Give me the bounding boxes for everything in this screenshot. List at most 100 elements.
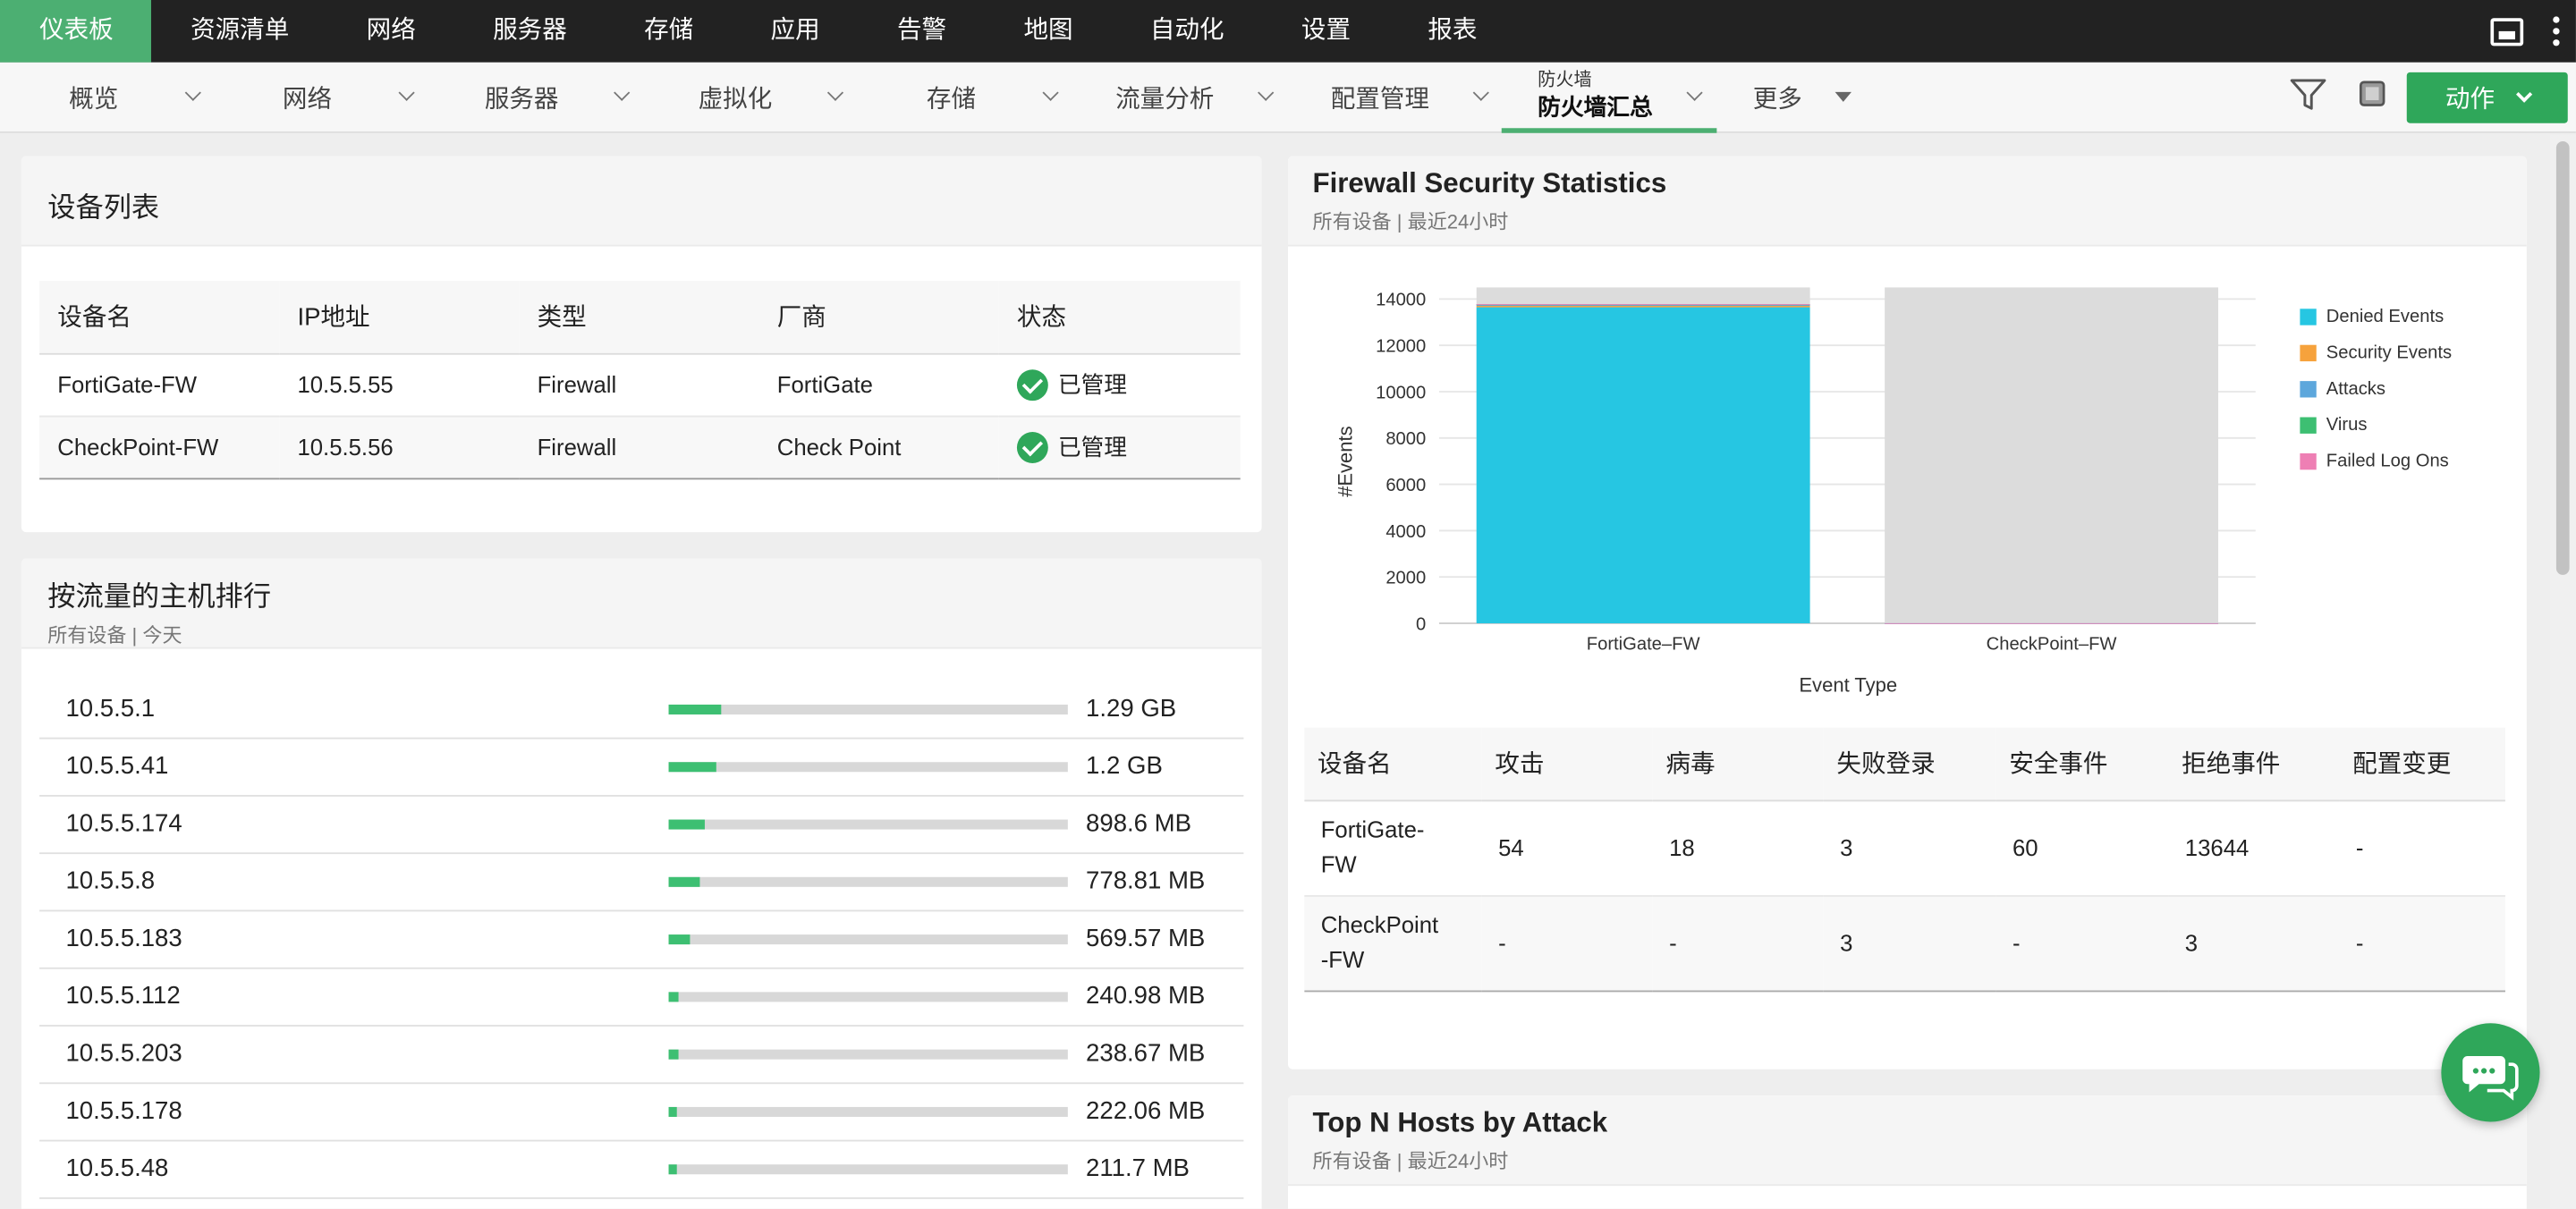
check-circle-icon xyxy=(1016,432,1048,464)
legend-swatch xyxy=(2300,452,2317,470)
column-header[interactable]: 状态 xyxy=(998,281,1241,354)
top-nav-servers[interactable]: 服务器 xyxy=(453,0,605,63)
top-nav-apps[interactable]: 应用 xyxy=(731,0,857,63)
legend-item[interactable]: Failed Log Ons xyxy=(2300,452,2449,472)
device-name[interactable]: FortiGate-FW xyxy=(39,352,280,417)
device-name[interactable]: FortiGate-FW xyxy=(1304,799,1482,896)
attacks-cell: - xyxy=(1481,895,1653,992)
traffic-bar-fill xyxy=(668,1106,678,1117)
panel-subtitle: 所有设备 | 最近24小时 xyxy=(1312,210,1509,233)
top-nav-reports[interactable]: 报表 xyxy=(1388,0,1514,63)
host-ip[interactable]: 10.5.5.183 xyxy=(65,925,182,952)
column-header[interactable]: 设备名 xyxy=(1304,727,1482,801)
failed-logons-cell: 3 xyxy=(1823,895,1996,992)
host-ip[interactable]: 10.5.5.174 xyxy=(65,809,182,837)
virus-cell: 18 xyxy=(1652,799,1824,896)
page-scrollbar[interactable] xyxy=(2549,134,2576,1209)
action-button-label: 动作 xyxy=(2445,85,2496,114)
column-header[interactable]: 拒绝事件 xyxy=(2168,727,2340,801)
host-ip[interactable]: 10.5.5.1 xyxy=(65,695,155,723)
list-item[interactable]: 10.5.5.41 1.2 GB xyxy=(39,740,1244,797)
panel-title: 按流量的主机排行 xyxy=(47,581,272,613)
list-item[interactable]: 10.5.5.48 211.7 MB xyxy=(39,1142,1244,1199)
tab-overview[interactable]: 概览 xyxy=(69,63,266,133)
tab-firewall-summary[interactable]: 防火墙 防火墙汇总 xyxy=(1501,63,1717,133)
action-button[interactable]: 动作 xyxy=(2406,72,2568,123)
top-nav-maps[interactable]: 地图 xyxy=(984,0,1110,63)
tab-network[interactable]: 网络 xyxy=(283,63,479,133)
host-ip[interactable]: 10.5.5.112 xyxy=(65,982,180,1010)
kebab-menu-icon[interactable] xyxy=(2553,16,2560,46)
tab-virtualization[interactable]: 虚拟化 xyxy=(699,63,895,133)
top-nav-right xyxy=(2490,0,2560,63)
tab-storage[interactable]: 存储 xyxy=(927,63,1107,133)
tab-label: 虚拟化 xyxy=(698,85,773,114)
column-header[interactable]: IP地址 xyxy=(279,281,520,354)
config-changes-cell: - xyxy=(2339,799,2505,896)
legend-item[interactable]: Attacks xyxy=(2300,379,2385,399)
legend-label: Attacks xyxy=(2326,379,2386,400)
list-item[interactable]: 10.5.5.112 240.98 MB xyxy=(39,969,1244,1027)
column-header[interactable]: 攻击 xyxy=(1481,727,1653,801)
chevron-down-icon xyxy=(826,84,844,101)
traffic-value: 211.7 MB xyxy=(1086,1154,1190,1183)
column-header[interactable]: 安全事件 xyxy=(1996,727,2169,801)
legend-item[interactable]: Security Events xyxy=(2300,343,2452,363)
traffic-bar-fill xyxy=(668,876,701,887)
scrollbar-thumb[interactable] xyxy=(2555,140,2570,575)
chevron-down-icon xyxy=(1472,84,1489,101)
table-row[interactable]: CheckPoint-FW 10.5.5.56 Firewall Check P… xyxy=(39,415,1241,479)
traffic-bar-fill xyxy=(668,1164,677,1175)
list-item[interactable]: 10.5.5.174 898.6 MB xyxy=(39,797,1244,855)
top-nav-settings[interactable]: 设置 xyxy=(1262,0,1388,63)
list-item[interactable]: 10.5.5.183 569.57 MB xyxy=(39,911,1244,969)
traffic-value: 240.98 MB xyxy=(1086,982,1206,1010)
app-root: 仪表板 资源清单 网络 服务器 存储 应用 告警 地图 自动化 设置 报表 概览… xyxy=(0,0,2576,1209)
filter-icon[interactable] xyxy=(2290,79,2326,112)
top-nav-alarms[interactable]: 告警 xyxy=(858,0,984,63)
list-item[interactable]: 10.5.5.8 778.81 MB xyxy=(39,854,1244,912)
column-header[interactable]: 厂商 xyxy=(758,281,999,354)
host-ip[interactable]: 10.5.5.203 xyxy=(65,1040,182,1068)
column-header[interactable]: 病毒 xyxy=(1652,727,1824,801)
widget-toggle-icon[interactable] xyxy=(2356,77,2389,110)
tab-more[interactable]: 更多 xyxy=(1753,63,1868,133)
denied-events-cell: 3 xyxy=(2168,895,2340,992)
top-nav-inventory[interactable]: 资源清单 xyxy=(151,0,327,63)
table-row[interactable]: CheckPoint-FW - - 3 - 3 - xyxy=(1304,895,2505,992)
tab-config-management[interactable]: 配置管理 xyxy=(1331,63,1496,133)
top-nav-automation[interactable]: 自动化 xyxy=(1111,0,1262,63)
table-row[interactable]: FortiGate-FW 54 18 3 60 13644 - xyxy=(1304,799,2505,896)
tab-label: 服务器 xyxy=(484,85,559,114)
device-name[interactable]: CheckPoint-FW xyxy=(39,415,280,479)
host-ip[interactable]: 10.5.5.178 xyxy=(65,1097,182,1125)
legend-item[interactable]: Denied Events xyxy=(2300,307,2444,327)
tab-servers[interactable]: 服务器 xyxy=(485,63,682,133)
legend-label: Failed Log Ons xyxy=(2326,452,2449,472)
chevron-down-icon xyxy=(1042,84,1059,101)
chevron-down-icon xyxy=(2515,86,2532,103)
top-nav-storage[interactable]: 存储 xyxy=(605,0,731,63)
tab-traffic-analysis[interactable]: 流量分析 xyxy=(1115,63,1312,133)
list-item[interactable]: 10.5.5.178 222.06 MB xyxy=(39,1084,1244,1142)
host-ip[interactable]: 10.5.5.48 xyxy=(65,1154,168,1182)
column-header[interactable]: 设备名 xyxy=(39,281,280,354)
top-nav-dashboard[interactable]: 仪表板 xyxy=(0,0,152,63)
column-header[interactable]: 类型 xyxy=(519,281,759,354)
firewall-stats-table: 设备名 攻击 病毒 失败登录 安全事件 拒绝事件 配置变更 FortiGate-… xyxy=(1304,727,2505,992)
host-ip[interactable]: 10.5.5.41 xyxy=(65,752,168,780)
device-name[interactable]: CheckPoint-FW xyxy=(1304,895,1482,992)
column-header[interactable]: 失败登录 xyxy=(1823,727,1996,801)
host-ip[interactable]: 10.5.5.8 xyxy=(65,867,155,895)
list-item[interactable]: 10.5.5.203 238.67 MB xyxy=(39,1027,1244,1085)
list-item[interactable]: 10.5.5.1 1.29 GB xyxy=(39,681,1244,740)
chat-support-button[interactable] xyxy=(2441,1023,2540,1122)
column-header[interactable]: 配置变更 xyxy=(2339,727,2505,801)
legend-item[interactable]: Virus xyxy=(2300,416,2367,435)
monitor-icon[interactable] xyxy=(2490,17,2524,46)
status-text: 已管理 xyxy=(1057,433,1127,460)
top-nav-network[interactable]: 网络 xyxy=(327,0,453,63)
table-row[interactable]: FortiGate-FW 10.5.5.55 Firewall FortiGat… xyxy=(39,352,1241,417)
panel-title: Top N Hosts by Attack xyxy=(1312,1106,1608,1138)
traffic-bar-fill xyxy=(668,819,705,830)
